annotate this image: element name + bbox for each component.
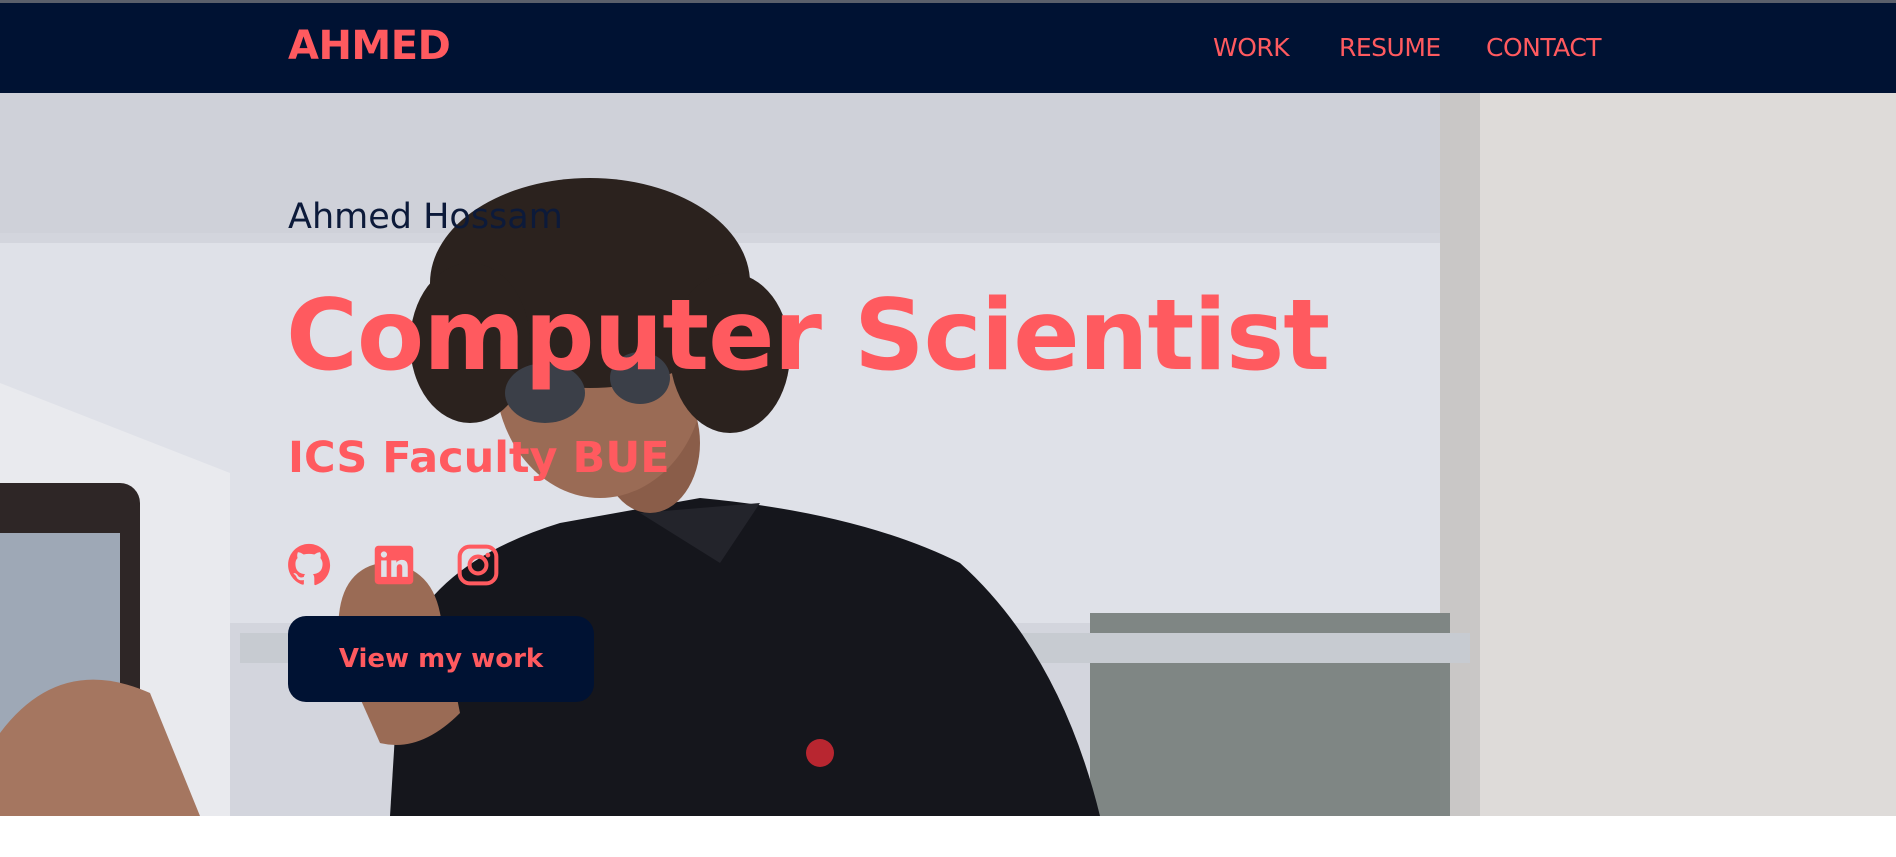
- hero-section: Ahmed Hossam Computer Scientist ICS Facu…: [0, 93, 1896, 816]
- view-my-work-button[interactable]: View my work: [288, 616, 594, 702]
- hero-name: Ahmed Hossam: [288, 197, 563, 237]
- hero-title: Computer Scientist: [286, 279, 1330, 393]
- linkedin-icon: [374, 545, 414, 585]
- nav-link-work[interactable]: WORK: [1213, 33, 1290, 62]
- nav-link-resume[interactable]: RESUME: [1339, 33, 1441, 62]
- nav-link-contact[interactable]: CONTACT: [1486, 33, 1602, 62]
- social-links: [287, 543, 507, 587]
- github-icon: [288, 543, 331, 586]
- hero-subtitle: ICS Faculty BUE: [288, 433, 670, 483]
- navbar: AHMED WORK RESUME CONTACT: [0, 3, 1896, 93]
- instagram-link[interactable]: [456, 543, 500, 587]
- linkedin-link[interactable]: [372, 543, 416, 587]
- nav-links: WORK RESUME CONTACT: [0, 33, 1896, 73]
- hero-background-photo: [0, 93, 1896, 816]
- github-link[interactable]: [287, 543, 331, 587]
- instagram-icon: [457, 544, 499, 586]
